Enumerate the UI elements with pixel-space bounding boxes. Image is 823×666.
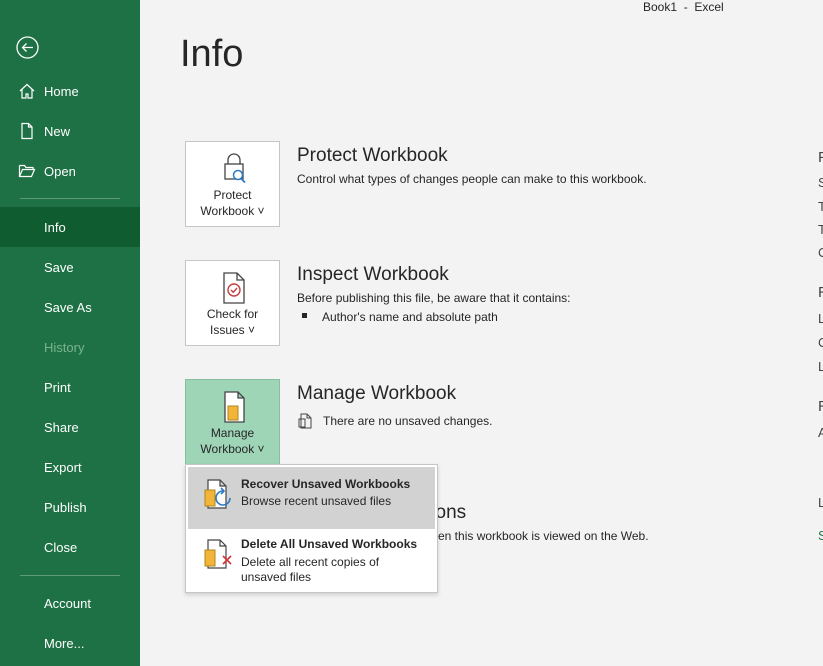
sidebar-item-share[interactable]: Share (0, 407, 140, 447)
open-folder-icon (18, 162, 36, 180)
bullet-icon (302, 313, 307, 318)
manage-workbook-label: Manage Workbook ˅ (186, 425, 279, 457)
menu-item-description: Delete all recent copies of unsaved file… (241, 555, 380, 584)
property-label-clipped: L (818, 359, 823, 374)
property-label-clipped: A (818, 425, 823, 440)
sidebar-item-label: Share (44, 419, 79, 435)
sidebar-item-label: More... (44, 635, 85, 651)
property-label-clipped: C (818, 245, 823, 260)
sidebar-divider (20, 575, 120, 576)
sidebar-item-open[interactable]: Open (0, 151, 140, 191)
tile-label-line: Protect (213, 188, 252, 202)
backstage-sidebar: Home New Open Info Save Save As History … (0, 0, 140, 666)
sidebar-item-print[interactable]: Print (0, 367, 140, 407)
recover-document-icon (202, 478, 234, 510)
window-title: Book1 - Excel (643, 0, 724, 14)
browser-view-description: en this workbook is viewed on the Web. (438, 529, 649, 543)
sidebar-item-home[interactable]: Home (0, 71, 140, 111)
related-people-heading-clipped: R (818, 398, 823, 415)
check-document-icon (219, 271, 249, 305)
sidebar-divider (20, 198, 120, 199)
property-label-clipped: L (818, 311, 823, 326)
show-all-link-clipped[interactable]: S (818, 528, 823, 543)
sidebar-item-info[interactable]: Info (0, 207, 140, 247)
sidebar-item-label: New (44, 123, 71, 139)
lock-icon (219, 152, 249, 186)
protect-workbook-title: Protect Workbook (297, 145, 448, 166)
sidebar-item-more[interactable]: More... (0, 623, 140, 663)
menu-item-title: Recover Unsaved Workbooks (241, 477, 411, 491)
back-arrow-icon[interactable] (16, 36, 39, 59)
home-icon (18, 82, 36, 100)
document-status-icon (298, 413, 313, 434)
property-label-clipped: S (818, 175, 823, 190)
tile-label-line: Issues ˅ (209, 323, 256, 337)
inspect-bullet-item: Author's name and absolute path (322, 310, 498, 324)
sidebar-item-history: History (0, 327, 140, 367)
sidebar-item-label: Save As (44, 299, 92, 315)
sidebar-item-label: Open (44, 163, 76, 179)
protect-workbook-label: Protect Workbook ˅ (186, 187, 279, 219)
tile-label-line: Manage (210, 426, 255, 440)
sidebar-item-label: Account (44, 595, 91, 611)
sidebar-item-label: Print (44, 379, 71, 395)
protect-workbook-button[interactable]: Protect Workbook ˅ (185, 141, 280, 227)
check-for-issues-label: Check for Issues ˅ (186, 306, 279, 338)
sidebar-item-label: Close (44, 539, 78, 555)
property-label-clipped: L (818, 495, 823, 510)
sidebar-item-account[interactable]: Account (0, 583, 140, 623)
inspect-workbook-description: Before publishing this file, be aware th… (297, 291, 571, 305)
sidebar-item-label: Export (44, 459, 82, 475)
sidebar-item-new[interactable]: New (0, 111, 140, 151)
manage-workbook-button[interactable]: Manage Workbook ˅ (185, 379, 280, 465)
delete-all-unsaved-workbooks-item[interactable]: Delete All Unsaved Workbooks Delete all … (188, 531, 435, 591)
manage-document-icon (219, 390, 249, 424)
tile-label-line: Check for (206, 307, 259, 321)
property-label-clipped: C (818, 335, 823, 350)
menu-item-title: Delete All Unsaved Workbooks (241, 537, 418, 551)
protect-workbook-description: Control what types of changes people can… (297, 172, 647, 186)
sidebar-item-label: Info (44, 219, 66, 235)
sidebar-item-label: Home (44, 83, 79, 99)
recover-unsaved-workbooks-item[interactable]: Recover Unsaved Workbooks Browse recent … (188, 467, 435, 529)
menu-item-description: Browse recent unsaved files (241, 494, 392, 508)
tile-label-line: Workbook ˅ (200, 442, 265, 456)
sidebar-item-label: Save (44, 259, 74, 275)
sidebar-item-export[interactable]: Export (0, 447, 140, 487)
delete-document-icon (202, 538, 234, 570)
property-label-clipped: T (818, 199, 823, 214)
sidebar-item-close[interactable]: Close (0, 527, 140, 567)
manage-workbook-menu: Recover Unsaved Workbooks Browse recent … (185, 464, 438, 593)
check-for-issues-button[interactable]: Check for Issues ˅ (185, 260, 280, 346)
sidebar-item-label: History (44, 339, 85, 355)
tile-label-line: Workbook ˅ (200, 204, 265, 218)
manage-workbook-status: There are no unsaved changes. (323, 414, 493, 428)
sidebar-item-save-as[interactable]: Save As (0, 287, 140, 327)
page-title: Info (180, 33, 244, 75)
inspect-workbook-title: Inspect Workbook (297, 264, 449, 285)
new-document-icon (18, 122, 36, 140)
sidebar-item-save[interactable]: Save (0, 247, 140, 287)
related-dates-heading-clipped: R (818, 284, 823, 301)
sidebar-item-publish[interactable]: Publish (0, 487, 140, 527)
properties-heading-clipped: P (818, 149, 823, 166)
property-label-clipped: T (818, 222, 823, 237)
sidebar-item-label: Publish (44, 499, 87, 515)
manage-workbook-title: Manage Workbook (297, 383, 457, 404)
